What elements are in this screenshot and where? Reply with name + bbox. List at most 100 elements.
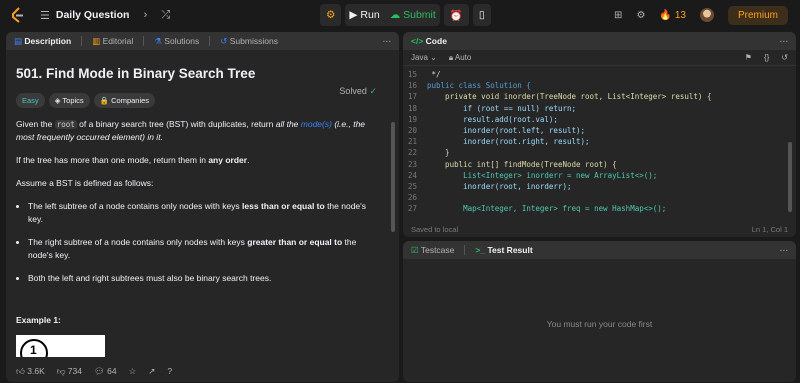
tab-testcase[interactable]: ☑ Testcase bbox=[411, 245, 454, 256]
run-button[interactable]: ▶ Run bbox=[349, 9, 379, 21]
code-text: public int[] findMode(TreeNode root) { bbox=[427, 159, 617, 169]
problem-title: 501. Find Mode in Binary Search Tree bbox=[16, 66, 256, 81]
line-number: 25 bbox=[407, 181, 417, 191]
solved-label: Solved bbox=[339, 86, 367, 96]
thumbs-down-icon: 👎︎ bbox=[56, 365, 66, 376]
share-icon[interactable]: ↗ bbox=[148, 366, 155, 377]
solved-status: Solved ✓ bbox=[339, 86, 377, 97]
code-text: List<Integer> inorderr = new ArrayList<>… bbox=[427, 170, 658, 180]
code-line: 20 inorder(root.left, result); bbox=[403, 125, 796, 136]
cursor-position: Ln 1, Col 1 bbox=[751, 224, 788, 234]
help-icon[interactable]: ? bbox=[167, 366, 172, 376]
prev-problem-icon[interactable]: ‹ bbox=[126, 9, 130, 21]
tab-testcase-label: Testcase bbox=[420, 244, 455, 255]
layout-icon[interactable]: ⊞ bbox=[614, 10, 622, 21]
rule-text: Both the left and right subtrees must al… bbox=[28, 273, 272, 283]
tab-submissions-label: Submissions bbox=[229, 35, 278, 46]
bug-icon: ⚙ bbox=[326, 9, 336, 21]
test-result-message: You must run your code first bbox=[546, 319, 653, 329]
description-footer: 👍︎ 3.6K 👎︎ 734 💬︎ 64 ☆ ↗ ? bbox=[6, 360, 399, 382]
next-problem-icon[interactable]: › bbox=[144, 9, 148, 21]
code-line: 19 result.add(root.val); bbox=[403, 114, 796, 125]
more-options-icon[interactable]: ⋯ bbox=[780, 36, 789, 47]
settings-icon[interactable]: ⚙ bbox=[636, 10, 645, 21]
terminal-icon: >_ bbox=[475, 245, 486, 255]
inline-code: root bbox=[54, 120, 77, 129]
note-text: . bbox=[247, 155, 250, 165]
code-line: 26 bbox=[403, 192, 796, 203]
tab-code[interactable]: </> Code bbox=[411, 36, 447, 46]
description-scrollbar[interactable] bbox=[391, 122, 395, 232]
line-number: 20 bbox=[407, 125, 417, 135]
rule-bold: greater than or equal to bbox=[247, 237, 343, 247]
note-text: If the tree has more than one mode, retu… bbox=[16, 155, 209, 165]
check-circle-icon: ✓ bbox=[369, 86, 377, 96]
like-button[interactable]: 👍︎ 3.6K bbox=[16, 366, 45, 377]
tree-node-value: 1 bbox=[30, 343, 37, 357]
mode-link[interactable]: mode(s) bbox=[301, 119, 332, 129]
streak-counter[interactable]: 🔥 13 bbox=[659, 10, 686, 21]
timer-button[interactable]: ⏰ bbox=[443, 4, 469, 26]
debug-button[interactable]: ⚙ bbox=[320, 4, 342, 26]
code-line: 22 } bbox=[403, 147, 796, 158]
lock-icon: 🔒︎ bbox=[448, 52, 454, 62]
list-item: The left subtree of a node contains only… bbox=[28, 200, 376, 226]
tab-test-result[interactable]: >_ Test Result bbox=[475, 245, 532, 255]
code-editor[interactable]: 15 */ 16 public class Solution { 17 priva… bbox=[403, 66, 796, 214]
favorite-icon[interactable]: ☆ bbox=[129, 366, 137, 377]
difficulty-badge: Easy bbox=[16, 93, 45, 108]
divider bbox=[81, 36, 83, 46]
code-line: 15 */ bbox=[403, 69, 796, 80]
play-icon: ▶ bbox=[349, 9, 358, 21]
editor-scrollbar[interactable] bbox=[788, 142, 792, 212]
dislikes-count: 734 bbox=[67, 365, 82, 376]
tab-solutions[interactable]: ⚗ Solutions bbox=[154, 36, 199, 47]
cloud-upload-icon: ☁ bbox=[389, 9, 401, 21]
tab-editorial-label: Editorial bbox=[102, 35, 134, 46]
divider bbox=[209, 36, 211, 46]
leetcode-logo-icon[interactable] bbox=[10, 7, 26, 23]
description-content: 501. Find Mode in Binary Search Tree Sol… bbox=[6, 66, 399, 380]
tab-description[interactable]: ▤ Description bbox=[14, 36, 71, 47]
language-select[interactable]: Java ⌄ bbox=[411, 53, 437, 62]
description-panel: ▤ Description ▥ Editorial ⚗ Solutions ↺ … bbox=[6, 32, 399, 382]
tab-editorial[interactable]: ▥ Editorial bbox=[92, 36, 133, 47]
shuffle-icon[interactable]: ⤮ bbox=[161, 9, 170, 22]
companies-label: Companies bbox=[111, 96, 150, 105]
submit-button[interactable]: ☁ Submit bbox=[390, 9, 436, 21]
note-icon: ▯ bbox=[478, 9, 485, 21]
rule-text: The left subtree of a node contains only… bbox=[28, 201, 243, 211]
avatar[interactable] bbox=[699, 8, 714, 22]
mode-label: Auto bbox=[454, 52, 472, 62]
problem-list-label[interactable]: Daily Question bbox=[56, 9, 130, 21]
companies-tag[interactable]: 🔒 Companies bbox=[93, 93, 156, 108]
dislike-button[interactable]: 👎︎ 734 bbox=[57, 366, 82, 377]
tab-submissions[interactable]: ↺ Submissions bbox=[220, 36, 278, 47]
topics-tag[interactable]: ◈ Topics bbox=[48, 93, 90, 108]
bookmark-icon[interactable]: ⚑ bbox=[745, 53, 752, 62]
braces-icon[interactable]: {} bbox=[764, 53, 769, 62]
reset-icon[interactable]: ↺ bbox=[781, 53, 788, 62]
autocomplete-mode[interactable]: 🔒︎ Auto bbox=[449, 53, 472, 63]
list-item: The right subtree of a node contains onl… bbox=[28, 236, 376, 262]
document-icon: ▤ bbox=[14, 35, 23, 46]
code-line: 16 public class Solution { bbox=[403, 80, 796, 91]
intro-text: Given the bbox=[16, 119, 55, 129]
code-line: 27 Map<Integer, Integer> freq = new Hash… bbox=[403, 203, 796, 214]
problem-list-nav[interactable]: ☰ Daily Question bbox=[40, 0, 129, 30]
code-text: inorder(root.right, result); bbox=[427, 137, 590, 147]
more-options-icon[interactable]: ⋯ bbox=[383, 36, 392, 47]
notes-button[interactable]: ▯ bbox=[472, 4, 491, 26]
test-tabs: ☑ Testcase >_ Test Result ⋯ bbox=[403, 241, 796, 259]
rule-bold: less than or equal to bbox=[242, 201, 325, 211]
flask-icon: ⚗ bbox=[154, 35, 162, 46]
example-title: Example 1: bbox=[16, 315, 61, 325]
code-icon: </> bbox=[411, 36, 424, 46]
divider bbox=[143, 36, 145, 46]
line-number: 16 bbox=[407, 81, 417, 91]
more-options-icon[interactable]: ⋯ bbox=[780, 245, 789, 256]
test-panel: ☑ Testcase >_ Test Result ⋯ You must run… bbox=[403, 241, 796, 382]
premium-button[interactable]: Premium bbox=[727, 5, 788, 25]
code-text: private void inorder(TreeNode root, List… bbox=[427, 92, 712, 102]
comments-button[interactable]: 💬︎ 64 bbox=[94, 366, 117, 377]
